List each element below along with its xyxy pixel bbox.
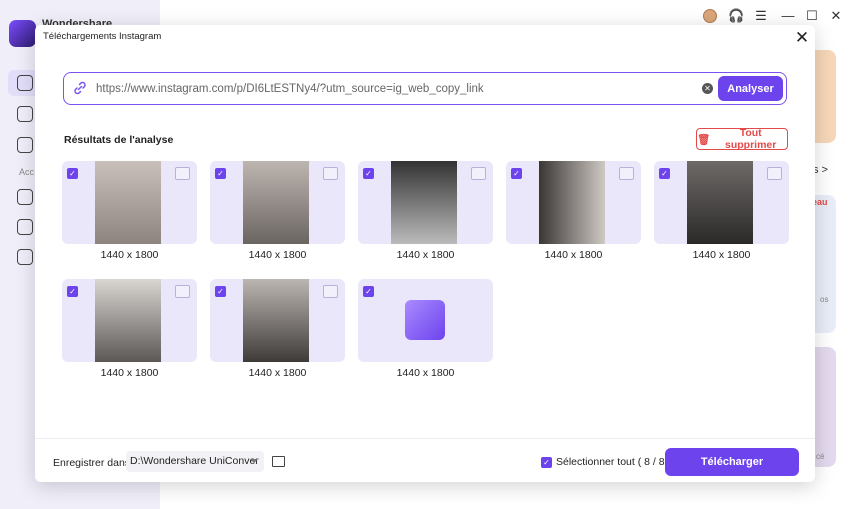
dialog-title: Téléchargements Instagram	[43, 31, 162, 42]
instagram-download-dialog: Téléchargements Instagram ✕ ✕ Analyser R…	[35, 25, 815, 482]
background-link[interactable]: s >	[813, 164, 828, 176]
result-card[interactable]: ✓	[62, 279, 197, 362]
tv-icon[interactable]	[17, 249, 33, 265]
headset-icon[interactable]: 🎧	[728, 9, 744, 23]
background-side-text: os	[820, 295, 829, 304]
select-all-checkbox[interactable]: ✓ Sélectionner tout ( 8 / 8 )	[541, 456, 671, 468]
sidebar-section-label: Acc	[19, 167, 35, 177]
result-card[interactable]: ✓	[210, 161, 345, 244]
account-icon[interactable]	[17, 189, 33, 205]
maximize-icon[interactable]: ☐	[805, 9, 819, 23]
result-card[interactable]: ✓	[358, 161, 493, 244]
image-icon	[767, 167, 782, 180]
image-icon	[619, 167, 634, 180]
item-checkbox[interactable]: ✓	[67, 168, 78, 179]
resolution-label: 1440 x 1800	[396, 249, 455, 261]
trash-icon: 🗑	[697, 133, 711, 146]
analyse-button[interactable]: Analyser	[718, 76, 783, 101]
folder-icon[interactable]	[272, 456, 285, 467]
result-card[interactable]: ✓	[506, 161, 641, 244]
link-icon	[74, 81, 86, 95]
item-checkbox[interactable]: ✓	[511, 168, 522, 179]
thumbnail-image	[95, 279, 161, 362]
minimize-icon[interactable]: —	[781, 9, 795, 23]
menu-icon[interactable]: ☰	[754, 9, 768, 23]
save-path-value: D:\Wondershare UniConver	[130, 455, 259, 467]
thumbnail-image	[243, 161, 309, 244]
chevron-down-icon	[250, 459, 258, 463]
item-checkbox[interactable]: ✓	[363, 286, 374, 297]
resolution-label: 1440 x 1800	[544, 249, 603, 261]
avatar[interactable]	[703, 9, 717, 23]
results-title: Résultats de l'analyse	[64, 134, 174, 146]
url-bar: ✕ Analyser	[63, 72, 787, 105]
delete-all-button[interactable]: 🗑 Tout supprimer	[696, 127, 788, 151]
resolution-label: 1440 x 1800	[248, 249, 307, 261]
image-placeholder-icon	[405, 300, 445, 340]
image-icon	[175, 285, 190, 298]
thumbnail-image	[539, 161, 605, 244]
result-card[interactable]: ✓	[358, 279, 493, 362]
toolbox-icon[interactable]	[17, 106, 33, 122]
window-close-icon[interactable]: ✕	[829, 9, 843, 23]
app-logo	[9, 20, 36, 47]
image-icon	[471, 167, 486, 180]
delete-all-label: Tout supprimer	[724, 127, 777, 151]
thumbnail-image	[391, 161, 457, 244]
close-icon[interactable]: ✕	[793, 29, 811, 47]
thumbnail-image	[687, 161, 753, 244]
dialog-footer: Enregistrer dans D:\Wondershare UniConve…	[35, 438, 815, 482]
save-path-select[interactable]: D:\Wondershare UniConver	[126, 451, 264, 472]
image-icon	[323, 285, 338, 298]
document-icon[interactable]	[17, 137, 33, 153]
resolution-label: 1440 x 1800	[248, 367, 307, 379]
item-checkbox[interactable]: ✓	[67, 286, 78, 297]
item-checkbox[interactable]: ✓	[215, 286, 226, 297]
item-checkbox[interactable]: ✓	[215, 168, 226, 179]
result-card[interactable]: ✓	[210, 279, 345, 362]
item-checkbox[interactable]: ✓	[659, 168, 670, 179]
image-icon	[323, 167, 338, 180]
resolution-label: 1440 x 1800	[100, 249, 159, 261]
result-card[interactable]: ✓	[654, 161, 789, 244]
select-all-label: Sélectionner tout ( 8 / 8 )	[556, 456, 671, 468]
save-location-label: Enregistrer dans	[53, 457, 131, 469]
device-icon[interactable]	[17, 219, 33, 235]
background-side-text: cé	[816, 452, 825, 461]
thumbnail-image	[243, 279, 309, 362]
result-card[interactable]: ✓	[62, 161, 197, 244]
home-icon[interactable]	[17, 75, 33, 91]
resolution-label: 1440 x 1800	[396, 367, 455, 379]
item-checkbox[interactable]: ✓	[363, 168, 374, 179]
resolution-label: 1440 x 1800	[692, 249, 751, 261]
clear-icon[interactable]: ✕	[702, 83, 713, 94]
download-button[interactable]: Télécharger	[665, 448, 799, 476]
checkbox-check-icon: ✓	[541, 456, 552, 468]
image-icon	[175, 167, 190, 180]
url-input[interactable]	[96, 79, 656, 98]
resolution-label: 1440 x 1800	[100, 367, 159, 379]
thumbnail-image	[95, 161, 161, 244]
